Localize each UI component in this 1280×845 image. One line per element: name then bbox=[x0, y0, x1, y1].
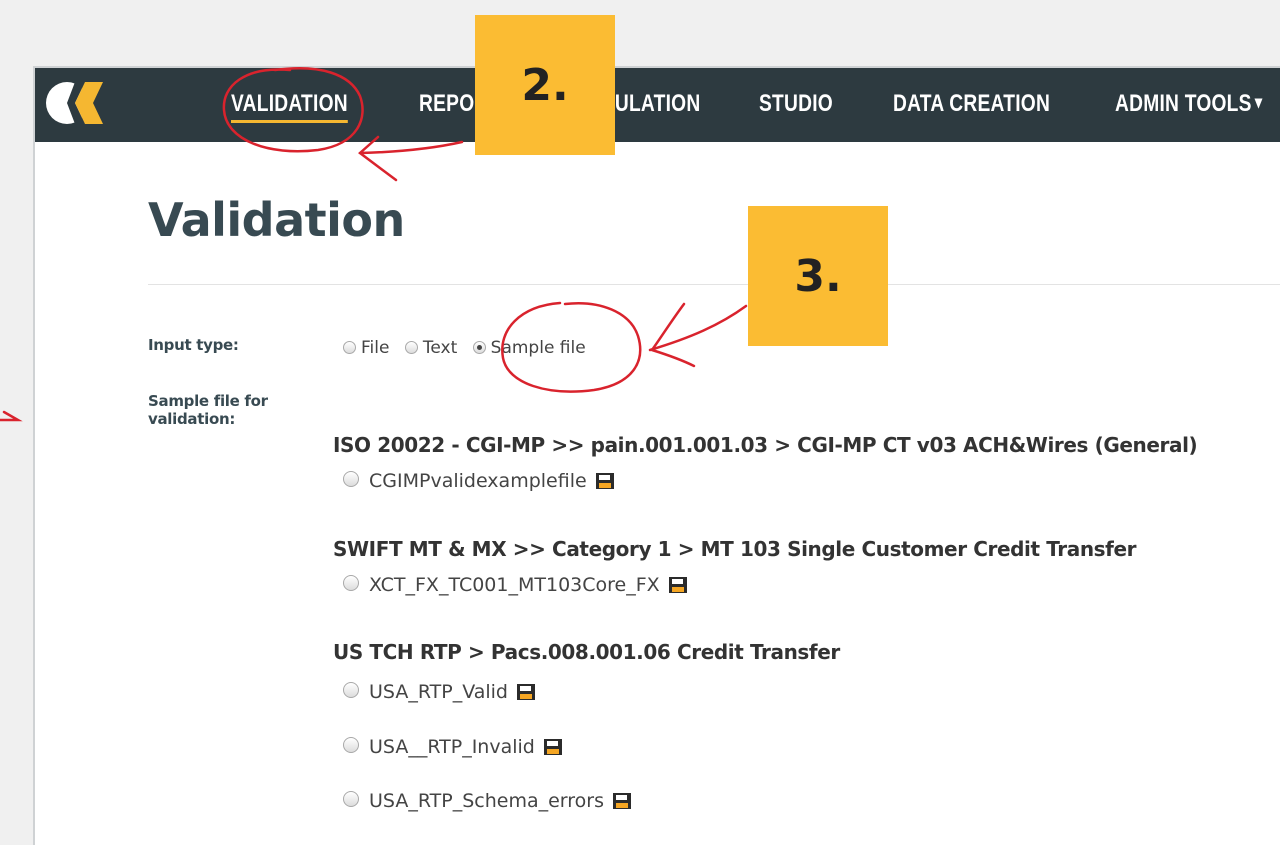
radio-text[interactable] bbox=[404, 341, 418, 354]
sample-file-name: USA_RTP_Schema_errors bbox=[369, 790, 604, 812]
save-disk-icon[interactable] bbox=[668, 576, 688, 594]
sample-file-item[interactable]: USA__RTP_Invalid bbox=[343, 736, 563, 758]
input-type-sample-file[interactable]: Sample file bbox=[472, 338, 586, 358]
callout-step-3: 3. bbox=[748, 206, 888, 346]
input-type-file[interactable]: File bbox=[343, 338, 389, 358]
sample-file-radio[interactable] bbox=[343, 737, 359, 753]
sample-group-title-iso20022: ISO 20022 - CGI-MP >> pain.001.001.03 > … bbox=[333, 433, 1198, 457]
input-type-label: Input type: bbox=[148, 336, 239, 354]
app-logo-icon bbox=[46, 82, 103, 124]
nav-studio[interactable]: STUDIO bbox=[759, 90, 833, 118]
sample-file-radio[interactable] bbox=[343, 575, 359, 591]
nav-admin-tools-label: ADMIN TOOLS bbox=[1115, 90, 1252, 117]
sample-file-radio[interactable] bbox=[343, 471, 359, 487]
sample-file-name: USA_RTP_Valid bbox=[369, 681, 508, 703]
sample-group-title-swift: SWIFT MT & MX >> Category 1 > MT 103 Sin… bbox=[333, 537, 1137, 561]
sample-file-label-line1: Sample file for bbox=[148, 392, 268, 410]
callout-step-2: 2. bbox=[475, 15, 615, 155]
sample-file-radio[interactable] bbox=[343, 682, 359, 698]
sample-file-name: USA__RTP_Invalid bbox=[369, 736, 535, 758]
edge-arrow-annotation bbox=[0, 410, 23, 422]
save-disk-icon[interactable] bbox=[595, 472, 615, 490]
sample-file-item[interactable]: CGIMPvalidexamplefile bbox=[343, 470, 615, 492]
sample-file-label: Sample file for validation: bbox=[148, 392, 268, 428]
input-type-file-label: File bbox=[361, 338, 390, 358]
radio-sample-file[interactable] bbox=[472, 341, 486, 354]
nav-data-creation[interactable]: DATA CREATION bbox=[893, 90, 1050, 118]
input-type-text-label: Text bbox=[422, 338, 458, 358]
page-title: Validation bbox=[148, 193, 405, 247]
top-navbar: VALIDATION REPORTS SIMULATION STUDIO DAT… bbox=[35, 68, 1280, 142]
radio-file[interactable] bbox=[343, 341, 356, 354]
divider bbox=[148, 284, 1280, 285]
input-type-options: File Text Sample file bbox=[343, 338, 596, 358]
save-disk-icon[interactable] bbox=[543, 738, 563, 756]
sample-file-label-line2: validation: bbox=[148, 410, 236, 428]
save-disk-icon[interactable] bbox=[516, 683, 536, 701]
sample-file-radio[interactable] bbox=[343, 791, 359, 807]
app-window: VALIDATION REPORTS SIMULATION STUDIO DAT… bbox=[33, 66, 1280, 845]
input-type-text[interactable]: Text bbox=[404, 338, 458, 358]
nav-validation[interactable]: VALIDATION bbox=[231, 90, 348, 123]
sample-file-item[interactable]: XCT_FX_TC001_MT103Core_FX bbox=[343, 574, 688, 596]
sample-group-title-us-tch-rtp: US TCH RTP > Pacs.008.001.06 Credit Tran… bbox=[333, 640, 840, 664]
nav-admin-tools[interactable]: ADMIN TOOLS ▾ bbox=[1115, 90, 1262, 118]
caret-down-icon: ▾ bbox=[1254, 92, 1263, 112]
save-disk-icon[interactable] bbox=[612, 792, 632, 810]
sample-file-item[interactable]: USA_RTP_Schema_errors bbox=[343, 790, 632, 812]
sample-file-name: CGIMPvalidexamplefile bbox=[369, 470, 587, 492]
sample-file-name: XCT_FX_TC001_MT103Core_FX bbox=[369, 574, 660, 596]
input-type-sample-file-label: Sample file bbox=[490, 338, 586, 358]
sample-file-item[interactable]: USA_RTP_Valid bbox=[343, 681, 536, 703]
